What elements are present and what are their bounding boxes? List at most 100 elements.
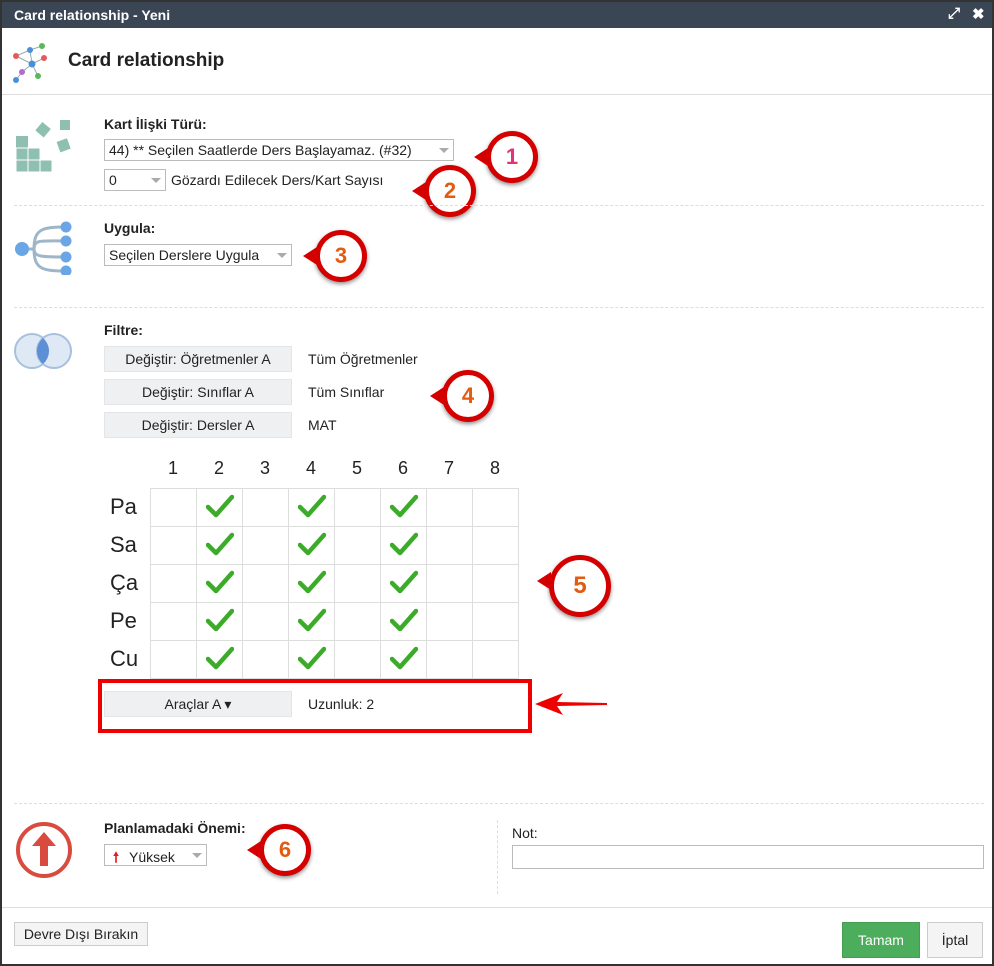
grid-cell[interactable] (334, 488, 381, 527)
grid-cell[interactable] (334, 602, 381, 641)
importance-select[interactable]: 🠕 Yüksek (104, 844, 207, 866)
grid-row-header: Cu (110, 646, 139, 671)
grid-cell[interactable] (150, 488, 197, 527)
checkmark-icon (297, 570, 326, 597)
grid-cell[interactable] (150, 640, 197, 679)
grid-cell[interactable] (334, 526, 381, 565)
importance-value: Yüksek (129, 849, 175, 865)
checkmark-icon (205, 608, 234, 635)
grid-column-header: 8 (489, 458, 500, 478)
grid-column-header: 4 (305, 458, 316, 478)
classes-filter-value: Tüm Sınıflar (308, 384, 385, 400)
grid-column-header: 7 (443, 458, 454, 478)
checkmark-icon (205, 646, 234, 673)
chevron-down-icon (192, 853, 202, 858)
grid-cell[interactable] (196, 488, 243, 527)
section-divider (14, 205, 984, 206)
grid-cell[interactable] (288, 602, 335, 641)
grid-cell[interactable] (426, 488, 473, 527)
grid-cell[interactable] (196, 564, 243, 603)
grid-row-header: Pa (110, 494, 137, 519)
callout-badge-1: 1 (474, 131, 538, 183)
cancel-button[interactable]: İptal (927, 922, 983, 958)
callout-badge-5: 5 (537, 555, 611, 617)
grid-cell[interactable] (380, 640, 427, 679)
grid-cell[interactable] (150, 602, 197, 641)
grid-cell[interactable] (472, 526, 519, 565)
grid-row (150, 640, 519, 679)
grid-cell[interactable] (242, 526, 289, 565)
ignore-count-value: 0 (109, 172, 117, 188)
red-arrow-icon (535, 693, 607, 715)
grid-cell[interactable] (242, 488, 289, 527)
grid-cell[interactable] (426, 640, 473, 679)
grid-cell[interactable] (334, 640, 381, 679)
tools-menu-button[interactable]: Araçlar A ▾ (104, 691, 292, 717)
callout-badge-2: 2 (412, 165, 476, 217)
ignore-count-select[interactable]: 0 (104, 169, 166, 191)
dialog-footer: Devre Dışı Bırakın Tamam İptal (2, 907, 992, 965)
grid-cell[interactable] (196, 602, 243, 641)
grid-column-header: 5 (351, 458, 362, 478)
callout-badge-6: 6 (247, 824, 311, 876)
grid-cell[interactable] (242, 564, 289, 603)
close-icon[interactable]: ✖ (972, 5, 985, 23)
grid-cell[interactable] (196, 526, 243, 565)
grid-cell[interactable] (472, 564, 519, 603)
apply-select[interactable]: Seçilen Derslere Uygula (104, 244, 292, 266)
grid-cell[interactable] (380, 602, 427, 641)
checkmark-icon (389, 532, 418, 559)
disable-button[interactable]: Devre Dışı Bırakın (14, 922, 148, 946)
grid-cell[interactable] (380, 564, 427, 603)
venn-diagram-icon (14, 333, 72, 369)
dialog-header: Card relationship (2, 28, 992, 95)
checkmark-icon (205, 570, 234, 597)
ok-button[interactable]: Tamam (842, 922, 920, 958)
grid-cell[interactable] (426, 564, 473, 603)
grid-cell[interactable] (150, 526, 197, 565)
grid-row (150, 488, 519, 527)
checkmark-icon (297, 608, 326, 635)
grid-cell[interactable] (288, 564, 335, 603)
grid-cell[interactable] (288, 640, 335, 679)
relationship-network-icon (13, 43, 47, 83)
grid-cell[interactable] (242, 640, 289, 679)
checkmark-icon (205, 532, 234, 559)
tree-branch-icon (15, 221, 72, 275)
grid-cell[interactable] (472, 640, 519, 679)
chevron-down-icon (277, 253, 287, 258)
grid-row-header: Pe (110, 608, 137, 633)
grid-row-header: Sa (110, 532, 137, 557)
grid-cell[interactable] (426, 602, 473, 641)
change-teachers-button[interactable]: Değiştir: Öğretmenler A (104, 346, 292, 372)
maximize-icon[interactable]: ⤢ (948, 5, 960, 22)
checkmark-icon (205, 494, 234, 521)
importance-label: Planlamadaki Önemi: (104, 820, 246, 836)
grid-cell[interactable] (334, 564, 381, 603)
page-title: Card relationship (68, 50, 225, 71)
card-relation-type-label: Kart İlişki Türü: (104, 116, 207, 132)
grid-cell[interactable] (288, 526, 335, 565)
grid-cell[interactable] (472, 602, 519, 641)
grid-cell[interactable] (380, 488, 427, 527)
grid-cell[interactable] (380, 526, 427, 565)
grid-cell[interactable] (472, 488, 519, 527)
grid-cell[interactable] (288, 488, 335, 527)
title-bar: Card relationship - Yeni ⤢ ✖ (2, 2, 992, 28)
grid-cell[interactable] (426, 526, 473, 565)
grid-cell[interactable] (196, 640, 243, 679)
apply-value: Seçilen Derslere Uygula (109, 247, 260, 263)
note-input[interactable] (512, 845, 984, 869)
change-subjects-button[interactable]: Değiştir: Dersler A (104, 412, 292, 438)
period-grid (150, 488, 519, 679)
red-up-arrow-icon: 🠕 (113, 849, 120, 865)
grid-row (150, 526, 519, 565)
change-classes-button[interactable]: Değiştir: Sınıflar A (104, 379, 292, 405)
grid-column-header: 2 (213, 458, 224, 478)
grid-column-header: 3 (259, 458, 270, 478)
card-relation-type-select[interactable]: 44) ** Seçilen Saatlerde Ders Başlayamaz… (104, 139, 454, 161)
chevron-down-icon (151, 178, 161, 183)
grid-cell[interactable] (150, 564, 197, 603)
checkmark-icon (389, 608, 418, 635)
grid-cell[interactable] (242, 602, 289, 641)
